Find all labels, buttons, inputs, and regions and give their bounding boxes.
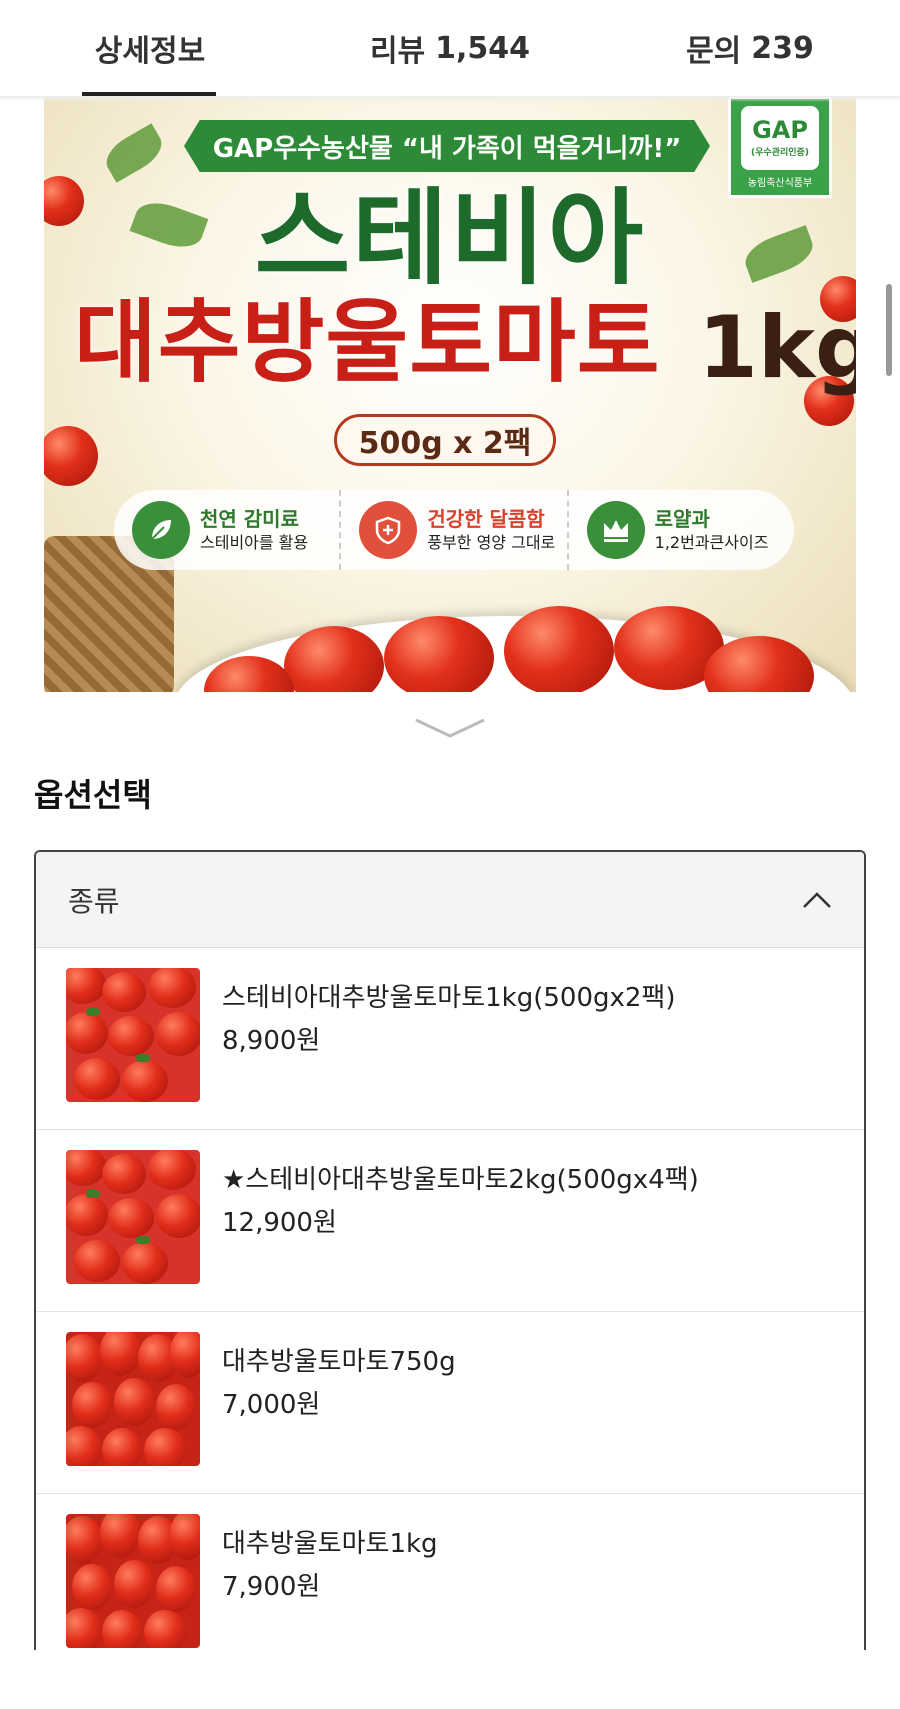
tab-inquiries[interactable]: 문의 239	[600, 0, 900, 96]
tab-inquiries-label: 문의	[686, 34, 742, 69]
banner-pack-size: 500g x 2팩	[334, 414, 556, 466]
option-name: ★스테비아대추방울토마토2kg(500gx4팩)	[222, 1165, 699, 1195]
tomato-decoration	[504, 606, 614, 692]
banner-title-line2: 대추방울토마토	[74, 290, 661, 395]
tab-detail[interactable]: 상세정보	[0, 0, 300, 96]
option-item[interactable]: 대추방울토마토750g 7,000원	[36, 1312, 864, 1494]
feature-royal-grade: 로얄과 1,2번과큰사이즈	[569, 490, 794, 570]
option-name: 대추방울토마토1kg	[222, 1529, 438, 1559]
feature-subtitle: 풍부한 영양 그대로	[427, 533, 556, 552]
feature-title: 천연 감미료	[200, 507, 299, 531]
feature-title: 로얄과	[654, 507, 710, 531]
option-name: 스테비아대추방울토마토1kg(500gx2팩)	[222, 983, 676, 1013]
option-item[interactable]: 스테비아대추방울토마토1kg(500gx2팩) 8,900원	[36, 948, 864, 1130]
leaf-decoration	[99, 123, 169, 183]
tab-detail-label: 상세정보	[94, 34, 206, 69]
banner-title-line1: 스테비아	[254, 177, 646, 299]
option-dropdown-header[interactable]: 종류	[36, 852, 864, 948]
option-name: 대추방울토마토750g	[222, 1347, 456, 1377]
tomato-decoration	[384, 616, 494, 692]
option-dropdown-label: 종류	[68, 884, 120, 918]
product-banner: GAP우수농산물 “내 가족이 먹을거니까!” GAP (우수관리인증) 농림축…	[44, 96, 856, 692]
tab-reviews[interactable]: 리뷰 1,544	[300, 0, 600, 96]
scrollbar[interactable]	[886, 284, 892, 376]
feature-natural-sweetener: 천연 감미료 스테비아를 활용	[114, 490, 342, 570]
option-item[interactable]: ★스테비아대추방울토마토2kg(500gx4팩) 12,900원	[36, 1130, 864, 1312]
shield-plus-icon	[359, 501, 418, 559]
tab-reviews-count: 1,544	[435, 30, 531, 66]
gap-ribbon: GAP우수농산물 “내 가족이 먹을거니까!”	[184, 120, 710, 172]
feature-subtitle: 스테비아를 활용	[200, 533, 309, 552]
option-item[interactable]: 대추방울토마토1kg 7,900원	[36, 1494, 864, 1650]
tab-reviews-label: 리뷰	[369, 34, 426, 69]
feature-healthy-sweetness: 건강한 달콤함 풍부한 영양 그대로	[341, 490, 569, 570]
tab-bar: 상세정보 리뷰 1,544 문의 239	[0, 0, 900, 96]
feature-subtitle: 1,2번과큰사이즈	[654, 533, 769, 552]
chevron-down-icon[interactable]	[414, 716, 486, 740]
feature-row: 천연 감미료 스테비아를 활용 건강한 달콤함 풍부한 영양 그대로 로얄과 1…	[114, 490, 794, 570]
tomato-decoration	[44, 426, 98, 486]
option-price: 12,900원	[222, 1208, 337, 1238]
option-thumbnail	[66, 968, 200, 1102]
crown-icon	[586, 501, 645, 559]
option-price: 7,900원	[222, 1572, 321, 1602]
gap-badge-inner: GAP (우수관리인증)	[741, 105, 819, 170]
option-thumbnail	[66, 1332, 200, 1466]
option-thumbnail	[66, 1150, 200, 1284]
chevron-up-icon[interactable]	[802, 891, 832, 909]
option-price: 7,000원	[222, 1390, 321, 1420]
tab-inquiries-count: 239	[751, 30, 814, 66]
banner-weight: 1kg	[698, 298, 856, 398]
feature-title: 건강한 달콤함	[427, 507, 545, 531]
gap-badge-subtitle: (우수관리인증)	[751, 147, 809, 158]
leaf-icon	[132, 501, 190, 559]
option-thumbnail	[66, 1514, 200, 1648]
option-dropdown: 종류 스테비아대추방울토마토1kg(500gx2팩) 8,900원 ★스테비아대…	[34, 850, 866, 1650]
option-section-title: 옵션선택	[34, 776, 152, 814]
option-price: 8,900원	[222, 1026, 321, 1056]
tab-bar-shadow	[0, 96, 900, 102]
gap-badge-title: GAP	[752, 115, 808, 144]
